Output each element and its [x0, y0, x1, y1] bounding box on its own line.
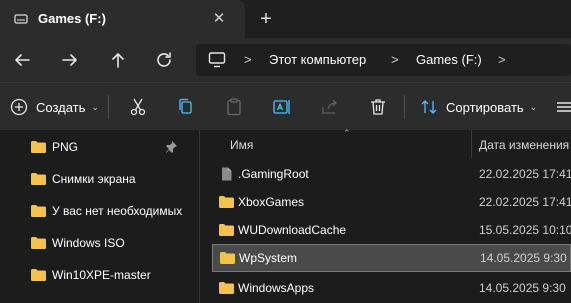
folder-icon: [31, 269, 46, 281]
sidebar-item-label: Windows ISO: [52, 236, 125, 250]
divider: [108, 95, 109, 119]
plus-circle-icon: [10, 98, 28, 116]
refresh-button[interactable]: [152, 48, 176, 72]
forward-button[interactable]: [58, 48, 82, 72]
file-row-selected[interactable]: WpSystem 14.05.2025 9:30: [212, 244, 571, 272]
divider: [404, 95, 405, 119]
cut-button[interactable]: [128, 97, 148, 117]
chevron-down-icon: ⌄: [529, 101, 538, 112]
share-icon: [322, 99, 337, 114]
file-date: 14.05.2025 9:30: [480, 251, 567, 265]
folder-icon: [31, 205, 46, 217]
close-tab-icon[interactable]: ✕: [210, 10, 228, 28]
folder-icon: [31, 173, 46, 185]
arrow-up-icon: [112, 53, 124, 68]
folder-icon: [219, 224, 234, 236]
file-list: Имя ⌃ Дата изменения .GamingRoot 22.02.2…: [200, 128, 571, 303]
sidebar-item-label: PNG: [52, 140, 79, 154]
breadcrumb-games-f[interactable]: Games (F:): [416, 52, 482, 67]
file-name: WindowsApps: [238, 281, 315, 295]
sort-icon: [421, 100, 437, 114]
navigation-bar: > Этот компьютер > Games (F:) >: [0, 38, 571, 82]
arrow-right-icon: [62, 54, 77, 66]
tab-title: Games (F:): [38, 11, 106, 26]
file-name: WpSystem: [239, 251, 298, 265]
rename-icon: [273, 100, 290, 114]
column-header-date[interactable]: Дата изменения: [479, 138, 569, 152]
paste-button[interactable]: [224, 97, 244, 117]
file-row[interactable]: WUDownloadCache 15.05.2025 10:10: [200, 216, 571, 244]
sort-caret-icon: ⌃: [343, 128, 351, 138]
sidebar-item-label: У вас нет необходимых: [52, 204, 183, 218]
breadcrumb-separator[interactable]: >: [391, 52, 399, 67]
up-button[interactable]: [106, 48, 130, 72]
column-resize-handle[interactable]: [471, 130, 472, 158]
sort-label: Сортировать: [446, 99, 524, 115]
rename-button[interactable]: [272, 97, 292, 117]
sort-button[interactable]: Сортировать ⌄: [420, 97, 537, 117]
sidebar-item-label: Снимки экрана: [52, 172, 136, 186]
file-row[interactable]: .GamingRoot 22.02.2025 17:41: [200, 160, 571, 188]
share-button[interactable]: [320, 97, 340, 117]
sidebar-item-win10xpe[interactable]: Win10XPE-master: [0, 260, 199, 290]
view-menu-icon[interactable]: [556, 98, 571, 116]
refresh-icon: [157, 52, 171, 67]
file-date: 14.05.2025 9:30: [479, 281, 566, 295]
file-name: .GamingRoot: [238, 167, 309, 181]
file-icon: [222, 167, 232, 181]
file-date: 22.02.2025 17:41: [479, 195, 571, 209]
file-row[interactable]: WindowsApps 14.05.2025 9:30: [200, 274, 571, 302]
copy-button[interactable]: [176, 97, 196, 117]
drive-icon: [14, 14, 28, 24]
arrow-left-icon: [15, 54, 30, 66]
title-bar: Games (F:) ✕ +: [0, 0, 571, 38]
breadcrumb-this-pc[interactable]: Этот компьютер: [269, 52, 366, 67]
column-headers: Имя ⌃ Дата изменения: [200, 128, 571, 158]
computer-icon: [208, 52, 226, 68]
file-row[interactable]: XboxGames 22.02.2025 17:41: [200, 188, 571, 216]
create-button[interactable]: Создать ⌄: [10, 97, 99, 117]
file-date: 22.02.2025 17:41: [479, 167, 571, 181]
back-button[interactable]: [10, 48, 34, 72]
command-bar: Создать ⌄ Сортировать ⌄: [0, 82, 571, 130]
pin-icon[interactable]: [164, 140, 178, 154]
folder-icon: [31, 237, 46, 249]
tab-games-f[interactable]: Games (F:) ✕: [0, 0, 245, 38]
folder-icon: [31, 141, 46, 153]
copy-icon: [179, 98, 192, 114]
folder-icon: [219, 196, 234, 208]
clipboard-icon: [227, 98, 241, 116]
file-date: 15.05.2025 10:10: [479, 223, 571, 237]
sidebar-item-png[interactable]: PNG: [0, 132, 199, 162]
navigation-pane: PNG Снимки экрана У вас нет необходимых …: [0, 130, 199, 303]
file-name: WUDownloadCache: [238, 223, 347, 237]
folder-icon: [220, 252, 235, 264]
breadcrumb-separator[interactable]: >: [498, 52, 506, 67]
breadcrumb-separator[interactable]: >: [244, 52, 252, 67]
sidebar-item-no-access[interactable]: У вас нет необходимых: [0, 196, 199, 226]
sidebar-item-label: Win10XPE-master: [52, 268, 151, 282]
file-name: XboxGames: [238, 195, 305, 209]
column-header-name[interactable]: Имя: [230, 138, 253, 152]
folder-icon: [219, 282, 234, 294]
delete-button[interactable]: [368, 97, 388, 117]
trash-icon: [371, 99, 385, 115]
sidebar-item-windows-iso[interactable]: Windows ISO: [0, 228, 199, 258]
address-bar[interactable]: > Этот компьютер > Games (F:) >: [196, 44, 571, 76]
new-tab-button[interactable]: +: [256, 9, 276, 29]
chevron-down-icon: ⌄: [91, 101, 99, 112]
create-label: Создать: [36, 99, 86, 115]
scissors-icon: [130, 98, 146, 116]
sidebar-item-screenshots[interactable]: Снимки экрана: [0, 164, 199, 194]
